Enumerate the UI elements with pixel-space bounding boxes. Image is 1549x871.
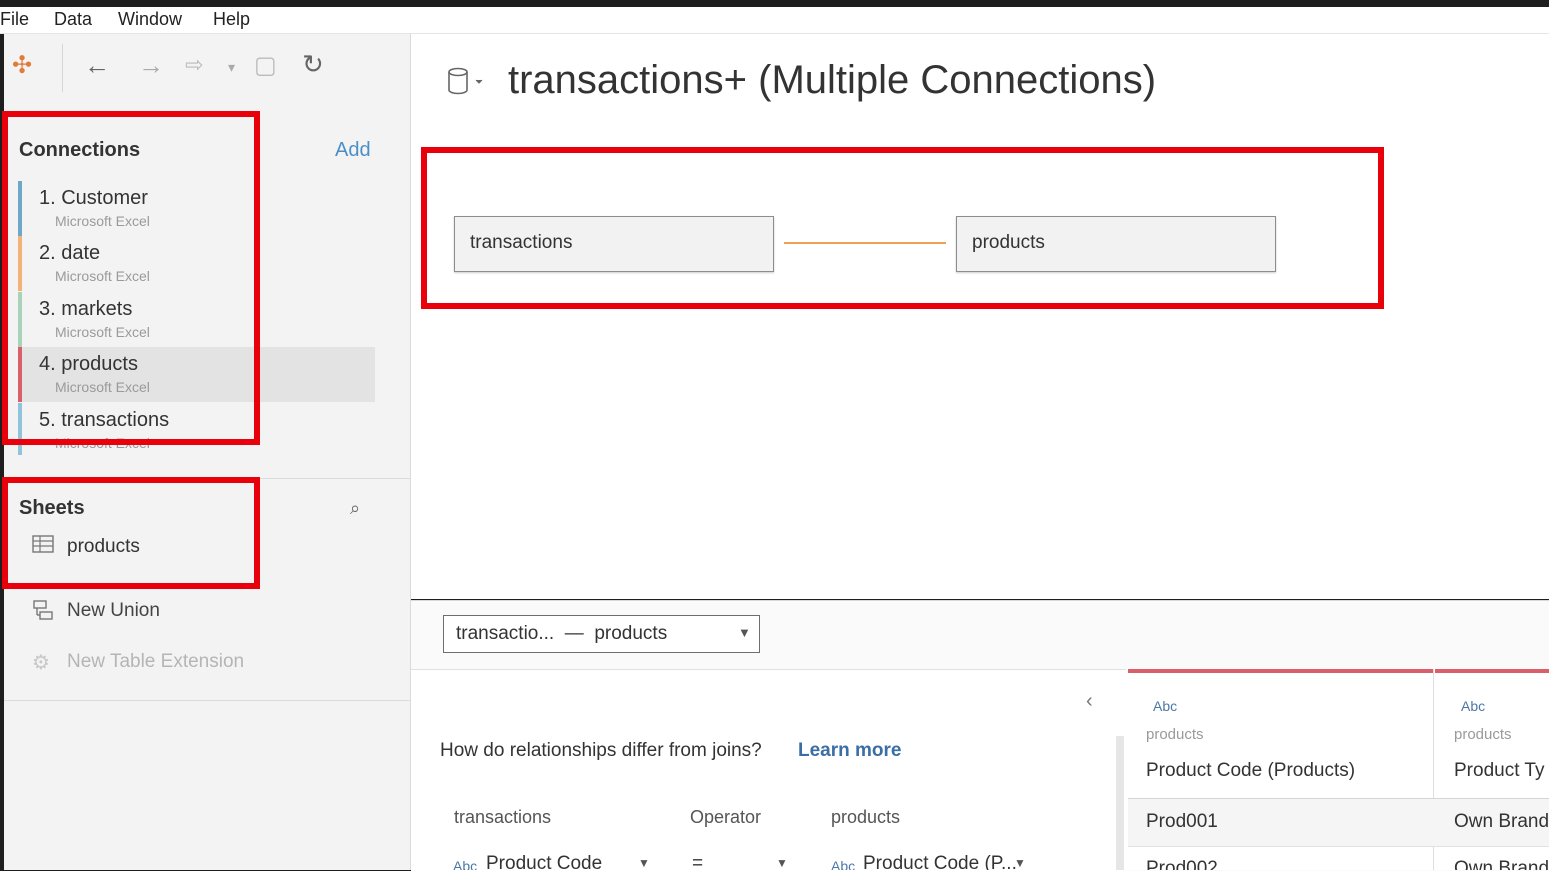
connection-item-products[interactable]: 4. products Microsoft Excel [18, 347, 375, 402]
section-divider [4, 700, 410, 701]
tableau-logo-icon[interactable]: ✣ [12, 51, 32, 81]
toolbar-separator [62, 44, 63, 92]
relationship-selector-label: transactio... — products [456, 623, 668, 644]
new-union-item[interactable]: New Union [30, 597, 360, 627]
relationship-canvas[interactable] [411, 34, 1549, 599]
relationships-question: How do relationships differ from joins? [440, 740, 762, 761]
connection-item-date[interactable]: 2. date Microsoft Excel [18, 236, 375, 291]
operator-select[interactable]: = ▼ [688, 852, 798, 870]
table-row: Prod001 Own Brand [1128, 799, 1549, 846]
table-grid-icon [32, 534, 54, 559]
grid-column-header[interactable]: Abc products Product Ty [1435, 673, 1549, 798]
connection-type: Microsoft Excel [55, 213, 150, 229]
grid-cell: Prod001 [1146, 811, 1218, 832]
menu-file[interactable]: File [0, 9, 29, 30]
connection-label: 1. Customer [39, 187, 148, 209]
connection-label: 2. date [39, 242, 101, 264]
right-table-header: products [831, 807, 901, 827]
string-type-icon: Abc [1461, 698, 1486, 714]
new-table-extension-label: New Table Extension [67, 651, 245, 672]
connections-title: Connections [19, 139, 141, 161]
table-extension-icon: ⚙ [32, 652, 50, 674]
grid-cell: Own Brand [1454, 858, 1549, 870]
menu-bar: File Data Window Help [0, 7, 1549, 34]
forward-arrow-icon[interactable]: → [138, 50, 164, 80]
new-union-label: New Union [67, 600, 160, 621]
relationship-selector-dropdown[interactable]: transactio... — products ▼ [443, 615, 760, 653]
operator-header: Operator [690, 807, 762, 827]
search-icon[interactable]: ⌕ [350, 498, 360, 519]
sheet-item-products[interactable]: products [30, 533, 360, 563]
connection-color-bar [18, 181, 22, 236]
left-table-header: transactions [454, 807, 552, 827]
union-icon [32, 599, 54, 626]
logical-table-transactions[interactable]: transactions [454, 216, 774, 272]
grid-column-header[interactable]: Abc products Product Code (Products) [1128, 673, 1433, 798]
connection-type: Microsoft Excel [55, 379, 150, 395]
connection-color-bar [18, 403, 22, 455]
back-arrow-icon[interactable]: ← [84, 50, 110, 80]
column-source-table: products [1454, 726, 1512, 743]
logical-table-label: transactions [470, 232, 573, 253]
relationship-fields-panel [411, 669, 1126, 871]
datasource-title[interactable]: transactions+ (Multiple Connections) [508, 58, 1156, 103]
collapse-chevron-icon[interactable]: ‹ [1086, 690, 1093, 713]
new-table-extension-item[interactable]: ⚙ New Table Extension [30, 648, 360, 678]
chevron-down-icon: ▼ [776, 856, 788, 870]
redo-icon[interactable]: ⇨ [185, 50, 203, 80]
connection-item-customer[interactable]: 1. Customer Microsoft Excel [18, 181, 375, 236]
column-source-table: products [1146, 726, 1204, 743]
refresh-icon[interactable]: ↻ [302, 49, 324, 79]
right-field-label: Product Code (P... [863, 853, 1017, 870]
connection-type: Microsoft Excel [55, 435, 150, 451]
vertical-scrollbar[interactable] [1116, 736, 1124, 870]
learn-more-link[interactable]: Learn more [798, 740, 901, 762]
menu-window[interactable]: Window [118, 9, 182, 30]
connection-label: 3. markets [39, 298, 133, 320]
connection-color-bar [18, 292, 22, 347]
connection-type: Microsoft Excel [55, 268, 150, 284]
window-top-edge [0, 0, 1549, 7]
sheets-title: Sheets [19, 497, 85, 519]
column-name: Product Ty [1454, 760, 1545, 781]
relationship-noodle[interactable] [784, 242, 946, 244]
toolbar: ✣ ← → ⇨ ▾ ▢ ↻ [4, 34, 410, 98]
sheet-label: products [67, 536, 140, 557]
logical-table-label: products [972, 232, 1045, 253]
connection-type: Microsoft Excel [55, 324, 150, 340]
connection-item-transactions[interactable]: 5. transactions Microsoft Excel [18, 403, 375, 455]
left-field-label: Product Code [486, 853, 603, 870]
connection-color-bar [18, 236, 22, 291]
grid-cell: Prod002 [1146, 858, 1218, 870]
connection-color-bar [18, 347, 22, 402]
string-type-icon: Abc [1153, 698, 1178, 714]
logical-table-products[interactable]: products [956, 216, 1276, 272]
connection-label: 5. transactions [39, 409, 170, 431]
menu-help[interactable]: Help [213, 9, 250, 30]
left-field-select[interactable]: Abc Product Code ▼ [450, 852, 660, 870]
connection-label: 4. products [39, 353, 138, 375]
redo-dropdown-icon[interactable]: ▾ [228, 52, 235, 82]
save-icon[interactable]: ▢ [254, 51, 277, 81]
chevron-down-icon: ▼ [738, 625, 751, 640]
datasource-icon[interactable] [446, 66, 484, 103]
chevron-down-icon: ▼ [1014, 856, 1026, 870]
right-field-select[interactable]: Abc Product Code (P... ▼ [828, 852, 1043, 870]
column-name: Product Code (Products) [1146, 760, 1356, 781]
grid-cell: Own Brand [1454, 811, 1549, 832]
table-row: Prod002 Own Brand [1128, 847, 1549, 870]
operator-label: = [692, 853, 704, 870]
section-divider [4, 478, 410, 479]
chevron-down-icon: ▼ [638, 856, 650, 870]
connection-item-markets[interactable]: 3. markets Microsoft Excel [18, 292, 375, 347]
menu-data[interactable]: Data [54, 9, 92, 30]
add-connection-link[interactable]: Add [335, 139, 371, 162]
string-type-icon: Abc [831, 858, 856, 870]
string-type-icon: Abc [453, 858, 478, 870]
